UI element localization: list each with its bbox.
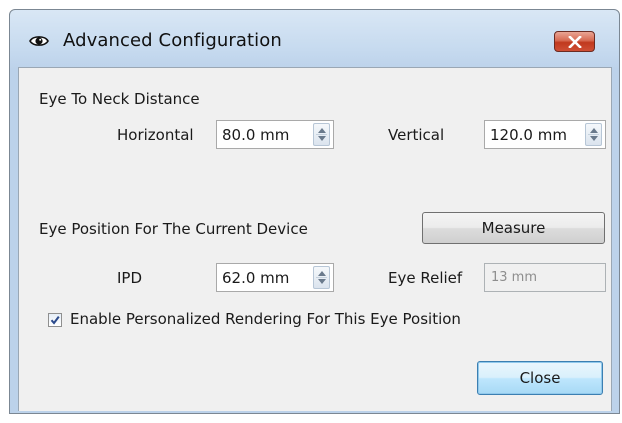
- personalized-rendering-checkbox[interactable]: [48, 313, 62, 327]
- measure-button[interactable]: Measure: [422, 212, 605, 244]
- horizontal-value: 80.0 mm: [222, 126, 290, 144]
- vertical-value: 120.0 mm: [490, 126, 567, 144]
- eye-relief-label: Eye Relief: [388, 269, 463, 287]
- arrow-down-icon[interactable]: [318, 136, 326, 141]
- checkmark-icon: [50, 316, 60, 325]
- ipd-label: IPD: [117, 269, 143, 287]
- arrow-down-icon[interactable]: [318, 279, 326, 284]
- eye-relief-field: 13 mm: [484, 263, 606, 292]
- dialog-window: Advanced Configuration Eye To Neck Dista…: [9, 9, 620, 414]
- arrow-up-icon[interactable]: [318, 128, 326, 133]
- stepper-divider: [316, 277, 327, 278]
- horizontal-spinbox[interactable]: 80.0 mm: [216, 120, 334, 149]
- eye-position-heading: Eye Position For The Current Device: [39, 220, 308, 238]
- ipd-stepper[interactable]: [313, 266, 330, 289]
- eye-icon: [29, 33, 49, 47]
- vertical-spinbox[interactable]: 120.0 mm: [484, 120, 606, 149]
- title-bar[interactable]: Advanced Configuration: [10, 10, 619, 60]
- arrow-down-icon[interactable]: [590, 136, 598, 141]
- personalized-rendering-label[interactable]: Enable Personalized Rendering For This E…: [70, 310, 461, 328]
- eye-relief-value: 13 mm: [491, 270, 538, 285]
- close-window-button[interactable]: [554, 31, 595, 52]
- ipd-spinbox[interactable]: 62.0 mm: [216, 263, 334, 292]
- arrow-up-icon[interactable]: [590, 128, 598, 133]
- close-button[interactable]: Close: [477, 361, 603, 395]
- vertical-label: Vertical: [388, 126, 445, 144]
- window-title: Advanced Configuration: [63, 30, 282, 51]
- horizontal-label: Horizontal: [117, 126, 194, 144]
- close-icon: [567, 35, 582, 48]
- eye-to-neck-heading: Eye To Neck Distance: [39, 90, 200, 108]
- horizontal-stepper[interactable]: [313, 123, 330, 146]
- stepper-divider: [588, 134, 599, 135]
- ipd-value: 62.0 mm: [222, 269, 290, 287]
- vertical-stepper[interactable]: [585, 123, 602, 146]
- dialog-content: Eye To Neck Distance Horizontal 80.0 mm …: [18, 67, 612, 411]
- stepper-divider: [316, 134, 327, 135]
- arrow-up-icon[interactable]: [318, 271, 326, 276]
